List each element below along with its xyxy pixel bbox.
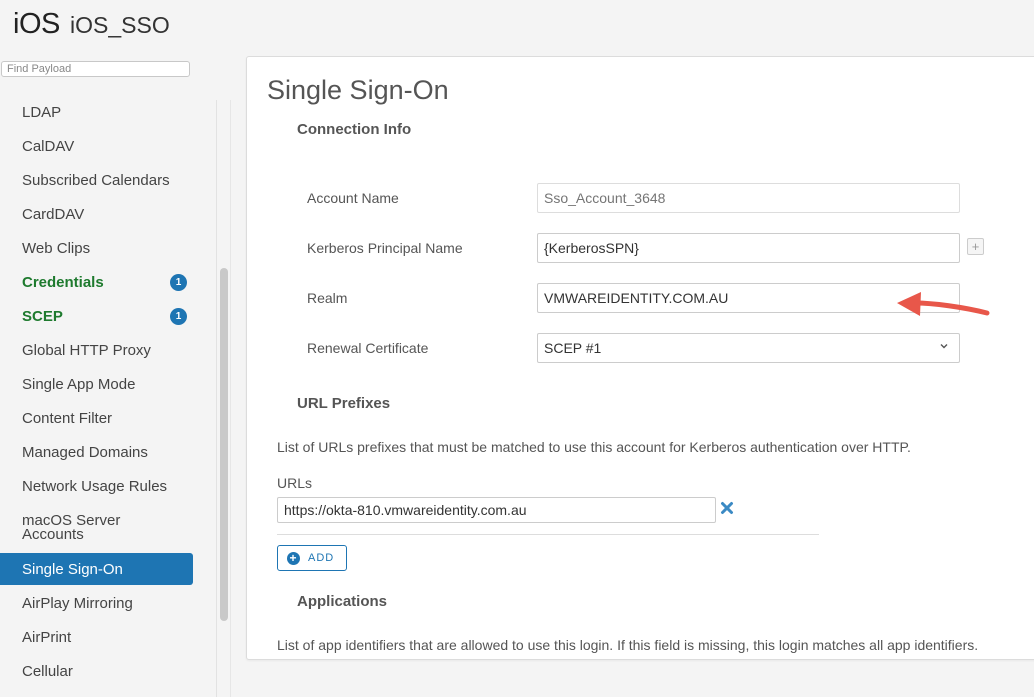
renewal-certificate-select[interactable]: SCEP #1: [537, 333, 960, 363]
sidebar-item-airprint[interactable]: AirPrint: [0, 621, 193, 653]
payload-panel: Single Sign-On Connection Info Account N…: [246, 56, 1034, 660]
sidebar-item-label: Network Usage Rules: [22, 477, 168, 495]
url-prefixes-description: List of URLs prefixes that must be match…: [277, 439, 911, 455]
sidebar-item-managed-domains[interactable]: Managed Domains: [0, 436, 193, 468]
account-name-field[interactable]: [537, 183, 960, 213]
sidebar-item-content-filter[interactable]: Content Filter: [0, 402, 193, 434]
sidebar-item-network-usage-rules[interactable]: Network Usage Rules: [0, 470, 193, 502]
sidebar-item-web-clips[interactable]: Web Clips: [0, 232, 193, 264]
sidebar-item-ldap[interactable]: LDAP: [0, 96, 193, 128]
sidebar-item-single-app-mode[interactable]: Single App Mode: [0, 368, 193, 400]
count-badge: 1: [170, 308, 187, 325]
sidebar-item-airplay-mirroring[interactable]: AirPlay Mirroring: [0, 587, 193, 619]
sidebar-item-cellular[interactable]: Cellular: [0, 655, 193, 687]
sidebar-item-label: SCEP: [22, 307, 63, 325]
sidebar-item-credentials[interactable]: Credentials 1: [0, 266, 193, 298]
sidebar-item-scep[interactable]: SCEP 1: [0, 300, 193, 332]
sidebar-scrollbar-thumb[interactable]: [220, 268, 228, 621]
section-heading-url-prefixes: URL Prefixes: [297, 395, 391, 412]
page-title: Single Sign-On: [267, 75, 449, 105]
sidebar-item-global-http-proxy[interactable]: Global HTTP Proxy: [0, 334, 193, 366]
sidebar-item-label: CardDAV: [22, 205, 85, 223]
sidebar-item-label: Single App Mode: [22, 375, 136, 393]
content-divider: [230, 100, 231, 697]
realm-label: Realm: [307, 290, 348, 306]
header: iOS iOS_SSO: [0, 0, 1034, 56]
sidebar-item-label: Cellular: [22, 662, 73, 680]
chevron-down-icon: [939, 340, 949, 354]
url-field[interactable]: [277, 497, 716, 523]
remove-url-icon[interactable]: [719, 500, 735, 516]
sidebar-item-label: AirPrint: [22, 628, 72, 646]
sidebar-item-macos-server-accounts[interactable]: macOS Server Accounts: [0, 510, 140, 544]
sidebar-item-label: Global HTTP Proxy: [22, 341, 151, 359]
sidebar-divider: [216, 100, 217, 697]
account-name-label: Account Name: [307, 190, 399, 206]
section-heading-applications: Applications: [297, 593, 388, 610]
sidebar-item-label: Web Clips: [22, 239, 91, 257]
sidebar-item-subscribed-calendars[interactable]: Subscribed Calendars: [0, 164, 193, 196]
platform-logo: iOS: [13, 8, 60, 40]
urls-label: URLs: [277, 475, 313, 491]
annotation-arrow-icon: [897, 292, 990, 316]
profile-title: iOS_SSO: [70, 12, 170, 38]
sidebar-item-label: Single Sign-On: [22, 560, 123, 578]
section-heading-connection-info: Connection Info: [297, 121, 412, 138]
renewal-certificate-value: SCEP #1: [544, 340, 602, 356]
add-button-label: ADD: [308, 552, 335, 564]
find-payload-input[interactable]: [1, 61, 190, 77]
sidebar-item-caldav[interactable]: CalDAV: [0, 130, 193, 162]
sidebar-item-label: macOS Server Accounts: [22, 512, 121, 543]
sidebar-item-label: CalDAV: [22, 137, 75, 155]
sidebar-item-carddav[interactable]: CardDAV: [0, 198, 193, 230]
insert-lookup-value-button[interactable]: +: [967, 238, 984, 255]
sidebar-item-label: LDAP: [22, 103, 62, 121]
sidebar-item-label: Subscribed Calendars: [22, 171, 170, 189]
count-badge: 1: [170, 274, 187, 291]
plus-circle-icon: +: [287, 551, 300, 565]
url-list-divider: [277, 534, 819, 535]
sidebar-item-label: Content Filter: [22, 409, 113, 427]
sidebar-item-label: Credentials: [22, 273, 104, 291]
sidebar-item-label: Managed Domains: [22, 443, 148, 461]
applications-description: List of app identifiers that are allowed…: [277, 637, 979, 653]
sidebar-item-label: AirPlay Mirroring: [22, 594, 133, 612]
kerberos-principal-name-field[interactable]: [537, 233, 960, 263]
sidebar-item-single-sign-on[interactable]: Single Sign-On: [0, 553, 193, 585]
add-url-button[interactable]: + ADD: [277, 545, 347, 571]
renewal-certificate-label: Renewal Certificate: [307, 340, 429, 356]
kerberos-principal-name-label: Kerberos Principal Name: [307, 240, 463, 256]
